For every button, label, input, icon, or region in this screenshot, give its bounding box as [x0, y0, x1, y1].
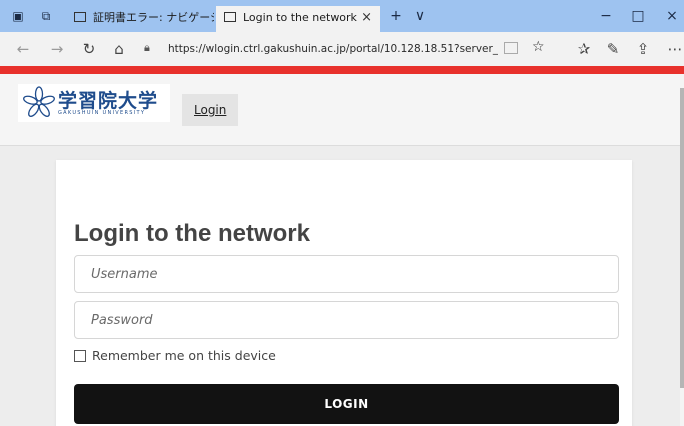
- page-icon: [74, 12, 86, 22]
- more-icon[interactable]: ⋯: [664, 39, 684, 59]
- back-icon[interactable]: ←: [12, 39, 34, 59]
- login-title: Login to the network: [74, 220, 310, 247]
- tab-title: Login to the network: [243, 11, 357, 24]
- home-icon[interactable]: ⌂: [108, 39, 130, 59]
- favorites-icon[interactable]: ✰: [573, 39, 595, 59]
- tab-login-network[interactable]: Login to the network ×: [216, 6, 380, 32]
- new-tab-icon[interactable]: +: [386, 6, 406, 26]
- nav-item-login[interactable]: Login: [182, 94, 238, 126]
- address-bar[interactable]: 🔒︎ https://wlogin.ctrl.gakushuin.ac.jp/p…: [138, 38, 558, 60]
- browser-toolbar: ← → ↻ ⌂ 🔒︎ https://wlogin.ctrl.gakushuin…: [0, 32, 684, 66]
- tab-preview-icon[interactable]: ▣: [10, 8, 26, 24]
- minimize-button[interactable]: −: [596, 6, 616, 26]
- logo-english-text: GAKUSHUIN UNIVERSITY: [58, 110, 146, 116]
- url-text[interactable]: https://wlogin.ctrl.gakushuin.ac.jp/port…: [168, 41, 498, 57]
- site-header: 学習院大学 GAKUSHUIN UNIVERSITY Login: [0, 74, 680, 146]
- browser-tab-bar: ▣ ⧉ 証明書エラー: ナビゲーションはブ Login to the netwo…: [0, 0, 684, 32]
- brand-stripe: [0, 66, 684, 74]
- forward-icon[interactable]: →: [46, 39, 68, 59]
- close-window-button[interactable]: ×: [662, 6, 682, 26]
- university-logo[interactable]: 学習院大学 GAKUSHUIN UNIVERSITY: [18, 84, 170, 122]
- tab-title: 証明書エラー: ナビゲーションはブ: [93, 11, 214, 24]
- refresh-icon[interactable]: ↻: [78, 39, 100, 59]
- login-card: Login to the network Remember me on this…: [56, 160, 632, 426]
- tab-certificate-error[interactable]: 証明書エラー: ナビゲーションはブ: [66, 6, 214, 32]
- page-viewport: 学習院大学 GAKUSHUIN UNIVERSITY Login Login t…: [0, 74, 684, 426]
- page-icon: [224, 12, 236, 22]
- set-aside-tabs-icon[interactable]: ⧉: [38, 8, 54, 24]
- nav-login-link[interactable]: Login: [194, 103, 226, 117]
- remember-checkbox[interactable]: [74, 350, 86, 362]
- logo-japanese-text: 学習院大学: [58, 90, 159, 112]
- lock-icon: 🔒︎: [144, 41, 150, 54]
- reading-view-icon[interactable]: [504, 42, 518, 54]
- tab-list-chevron-icon[interactable]: ∨: [410, 6, 430, 26]
- favorite-star-icon[interactable]: ☆: [532, 39, 545, 55]
- remember-label: Remember me on this device: [92, 348, 276, 363]
- password-input[interactable]: [74, 301, 619, 339]
- tab-close-icon[interactable]: ×: [361, 6, 372, 30]
- scrollbar-thumb[interactable]: [680, 88, 684, 388]
- sakura-logo-icon: [23, 86, 55, 117]
- pen-icon[interactable]: ✎: [602, 39, 624, 59]
- login-button[interactable]: LOGIN: [74, 384, 619, 424]
- username-input[interactable]: [74, 255, 619, 293]
- maximize-button[interactable]: □: [628, 6, 648, 26]
- share-icon[interactable]: ⇪: [632, 39, 654, 59]
- page-scrollbar[interactable]: [680, 74, 684, 426]
